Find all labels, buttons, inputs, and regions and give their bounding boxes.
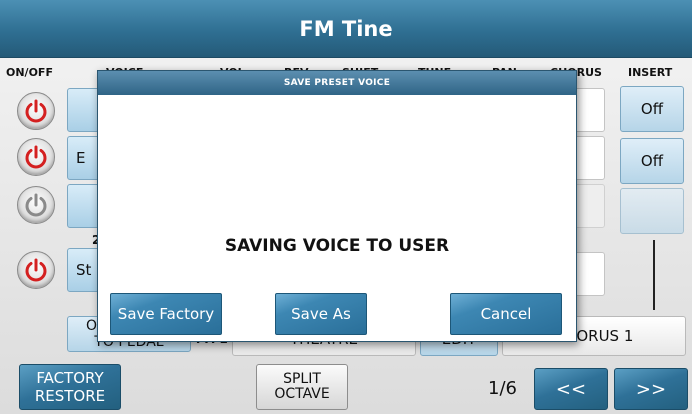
power-button-3[interactable] [17, 186, 55, 224]
insert-button-label: Off [640, 152, 664, 170]
save-factory-label: Save Factory [117, 305, 215, 323]
prev-page-button[interactable]: << [534, 368, 608, 410]
power-icon [25, 99, 47, 123]
power-button-1[interactable] [17, 92, 55, 130]
page-title: FM Tine [299, 16, 393, 41]
split-octave-button[interactable]: SPLIT OCTAVE [256, 364, 348, 410]
page-indicator: 1/6 [488, 378, 517, 399]
voice-slot-label: St [76, 261, 92, 279]
factory-restore-line2: RESTORE [34, 387, 106, 405]
cancel-label: Cancel [480, 305, 532, 323]
insert-button-2[interactable]: Off [620, 138, 684, 184]
save-as-label: Save As [291, 305, 351, 323]
power-icon [25, 258, 47, 282]
split-octave-line1: SPLIT [283, 371, 321, 387]
factory-restore-button[interactable]: FACTORY RESTORE [19, 364, 121, 410]
dialog-title-bar: SAVE PRESET VOICE [98, 71, 576, 95]
header-insert: INSERT [628, 66, 673, 79]
prev-page-label: << [555, 378, 587, 400]
cancel-button[interactable]: Cancel [450, 293, 562, 335]
factory-restore-line1: FACTORY [36, 369, 104, 387]
save-preset-dialog: SAVE PRESET VOICE SAVING VOICE TO USER S… [97, 70, 577, 342]
power-icon [25, 193, 47, 217]
save-as-button[interactable]: Save As [275, 293, 367, 335]
header-onoff: ON/OFF [6, 66, 53, 79]
next-page-button[interactable]: >> [614, 368, 688, 410]
divider-line [653, 240, 655, 310]
title-bar: FM Tine [0, 0, 692, 58]
power-button-2[interactable] [17, 138, 55, 176]
save-factory-button[interactable]: Save Factory [110, 293, 222, 335]
pedal-label-top: O [86, 318, 98, 334]
power-icon [25, 145, 47, 169]
insert-button-1[interactable]: Off [620, 86, 684, 132]
insert-button-3[interactable] [620, 188, 684, 234]
dialog-title: SAVE PRESET VOICE [283, 78, 391, 88]
power-button-4[interactable] [17, 251, 55, 289]
voice-slot-label: E [76, 149, 86, 167]
dialog-message: SAVING VOICE TO USER [224, 236, 450, 256]
next-page-label: >> [635, 378, 667, 400]
split-octave-line2: OCTAVE [274, 386, 330, 402]
insert-button-label: Off [640, 100, 664, 118]
